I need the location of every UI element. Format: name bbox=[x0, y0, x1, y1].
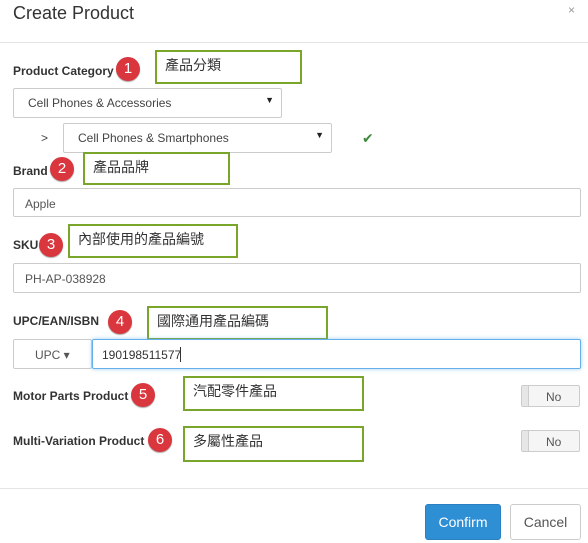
annotation-sku: 內部使用的產品編號 bbox=[68, 224, 238, 258]
dialog-title: Create Product bbox=[13, 3, 135, 23]
product-subcategory-value: Cell Phones & Smartphones bbox=[78, 131, 229, 145]
close-icon[interactable]: × bbox=[568, 3, 575, 17]
sku-input[interactable]: PH-AP-038928 bbox=[13, 263, 581, 293]
step-badge-6: 6 bbox=[148, 428, 172, 452]
step-badge-4: 4 bbox=[108, 310, 132, 334]
upc-type-value: UPC ▾ bbox=[35, 348, 70, 362]
annotation-upc: 國際通用產品編碼 bbox=[147, 306, 328, 340]
annotation-brand: 產品品牌 bbox=[83, 152, 230, 185]
motor-parts-toggle-label: No bbox=[546, 390, 562, 404]
upc-input[interactable]: 190198511577 bbox=[92, 339, 581, 369]
chevron-down-icon: ▼ bbox=[265, 95, 274, 105]
multi-variation-toggle-label: No bbox=[546, 435, 562, 449]
upc-value: 190198511577 bbox=[102, 348, 182, 362]
product-category-select[interactable]: Cell Phones & Accessories ▼ bbox=[13, 88, 282, 118]
step-badge-2: 2 bbox=[50, 157, 74, 181]
step-badge-3: 3 bbox=[39, 233, 63, 257]
annotation-product-category: 產品分類 bbox=[155, 50, 302, 84]
confirm-button[interactable]: Confirm bbox=[425, 504, 501, 540]
brand-value: Apple bbox=[25, 197, 56, 211]
toggle-handle bbox=[522, 386, 529, 406]
upc-type-dropdown[interactable]: UPC ▾ bbox=[13, 339, 92, 369]
subcategory-arrow: > bbox=[41, 131, 49, 145]
cancel-button[interactable]: Cancel bbox=[510, 504, 581, 540]
annotation-motor-parts: 汽配零件產品 bbox=[183, 376, 364, 411]
toggle-handle bbox=[522, 431, 529, 451]
motor-parts-label: Motor Parts Product bbox=[13, 389, 129, 403]
product-subcategory-select[interactable]: Cell Phones & Smartphones ▼ bbox=[63, 123, 332, 153]
footer-divider bbox=[0, 488, 588, 489]
product-category-label: Product Category bbox=[13, 64, 114, 78]
brand-input[interactable]: Apple bbox=[13, 188, 581, 217]
annotation-multi-variation: 多屬性產品 bbox=[183, 426, 364, 462]
motor-parts-toggle[interactable]: No bbox=[521, 385, 580, 407]
step-badge-5: 5 bbox=[131, 383, 155, 407]
multi-variation-label: Multi-Variation Product bbox=[13, 434, 145, 448]
product-category-value: Cell Phones & Accessories bbox=[28, 96, 172, 110]
upc-label: UPC/EAN/ISBN bbox=[13, 314, 100, 328]
check-icon: ✔ bbox=[362, 130, 374, 146]
header-divider bbox=[0, 42, 588, 43]
brand-label: Brand bbox=[13, 164, 48, 178]
sku-label: SKU bbox=[13, 238, 39, 252]
text-cursor bbox=[180, 347, 181, 362]
chevron-down-icon: ▼ bbox=[315, 130, 324, 140]
sku-value: PH-AP-038928 bbox=[25, 272, 106, 286]
multi-variation-toggle[interactable]: No bbox=[521, 430, 580, 452]
step-badge-1: 1 bbox=[116, 57, 140, 81]
